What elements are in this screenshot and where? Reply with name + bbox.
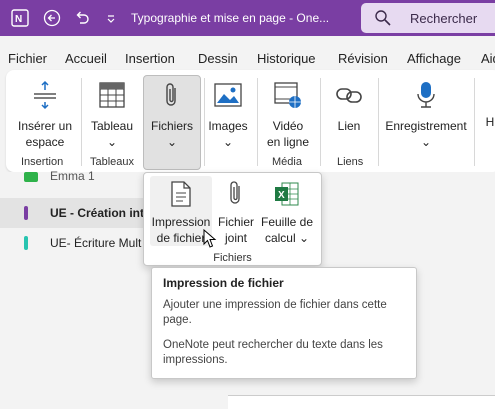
images-label: Images bbox=[208, 119, 248, 133]
group-label-liens: Liens bbox=[337, 156, 364, 168]
table-button[interactable]: Tableau ⌄ bbox=[84, 80, 140, 150]
section-color-bar bbox=[24, 206, 28, 220]
excel-icon: X bbox=[274, 180, 300, 212]
paperclip-icon bbox=[224, 180, 248, 212]
onenote-logo-icon[interactable]: N bbox=[10, 9, 30, 27]
file-printout-label-1: Impression bbox=[151, 215, 211, 229]
svg-text:X: X bbox=[278, 190, 285, 201]
file-printout-label-2: de fichier bbox=[156, 231, 206, 245]
recording-label: Enregistrement bbox=[385, 119, 467, 133]
group-label-media: Média bbox=[272, 156, 302, 168]
files-button[interactable]: Fichiers ⌄ bbox=[143, 80, 201, 150]
chevron-down-icon: ⌄ bbox=[106, 135, 118, 149]
tab-revision[interactable]: Révision bbox=[338, 51, 388, 66]
table-label: Tableau bbox=[90, 119, 134, 133]
svg-text:N: N bbox=[15, 14, 22, 25]
ribbon-separator bbox=[81, 78, 82, 166]
customize-qat-icon[interactable] bbox=[101, 9, 121, 27]
dropdown-group-label: Fichiers bbox=[213, 252, 252, 264]
tab-accueil[interactable]: Accueil bbox=[65, 51, 107, 66]
section-label: UE - Création int bbox=[50, 206, 145, 220]
insert-space-button[interactable]: Insérer un espace bbox=[12, 80, 78, 150]
back-arrow-icon[interactable] bbox=[42, 9, 62, 27]
table-icon bbox=[84, 80, 140, 114]
ribbon-separator bbox=[257, 78, 258, 166]
notebook-color-icon bbox=[24, 172, 38, 182]
tooltip-description: Ajouter une impression de fichier dans c… bbox=[163, 299, 387, 326]
images-button[interactable]: Images ⌄ bbox=[205, 80, 251, 150]
insert-space-label-1: Insérer un bbox=[17, 119, 73, 133]
ribbon: Insérer un espace Insertion Tableau ⌄ Ta… bbox=[6, 70, 495, 172]
spreadsheet-button[interactable]: X Feuille de calcul ⌄ bbox=[258, 176, 316, 246]
recording-button[interactable]: Enregistrement ⌄ bbox=[382, 80, 470, 150]
section-color-bar bbox=[24, 236, 28, 250]
file-attachment-label-1: Fichier bbox=[217, 215, 254, 229]
tab-fichier[interactable]: Fichier bbox=[8, 51, 47, 66]
file-printout-icon bbox=[169, 180, 193, 212]
online-video-button[interactable]: Vidéo en ligne bbox=[260, 80, 316, 150]
section-list: Emma 1 UE - Création int UE- Écriture Mu… bbox=[0, 169, 145, 409]
chevron-down-icon: ⌄ bbox=[298, 231, 310, 245]
tab-historique[interactable]: Historique bbox=[257, 51, 316, 66]
mouse-cursor-icon bbox=[203, 228, 217, 252]
cut-off-button[interactable]: H bbox=[484, 114, 495, 130]
tab-aide[interactable]: Aid bbox=[481, 51, 495, 66]
tooltip-note: OneNote peut rechercher du texte dans le… bbox=[163, 339, 383, 366]
files-dropdown: Impression de fichier Fichier joint X Fe… bbox=[143, 172, 322, 266]
spreadsheet-label-2: calcul bbox=[264, 231, 296, 245]
insert-space-icon bbox=[12, 80, 78, 114]
ribbon-separator bbox=[378, 78, 379, 166]
online-video-icon bbox=[260, 80, 316, 114]
search-icon bbox=[373, 8, 393, 31]
spreadsheet-label-1: Feuille de bbox=[260, 215, 314, 229]
tab-affichage[interactable]: Affichage bbox=[407, 51, 461, 66]
menu-bar: Fichier Accueil Insertion Dessin Histori… bbox=[0, 36, 495, 70]
tooltip: Impression de fichier Ajouter une impres… bbox=[151, 267, 417, 379]
search-label: Rechercher bbox=[410, 11, 478, 26]
microphone-icon bbox=[382, 80, 470, 114]
ribbon-separator bbox=[474, 78, 475, 166]
section-label: UE- Écriture Mult bbox=[50, 236, 142, 250]
online-video-label-1: Vidéo bbox=[272, 119, 304, 133]
search-box[interactable]: Rechercher bbox=[361, 3, 495, 33]
link-label: Lien bbox=[337, 119, 361, 133]
image-icon bbox=[205, 80, 251, 114]
tab-insertion[interactable]: Insertion bbox=[125, 51, 175, 66]
tooltip-title: Impression de fichier bbox=[163, 276, 284, 290]
file-attachment-button[interactable]: Fichier joint bbox=[214, 176, 258, 246]
chevron-down-icon: ⌄ bbox=[420, 135, 432, 149]
online-video-label-2: en ligne bbox=[266, 135, 310, 149]
tab-dessin[interactable]: Dessin bbox=[198, 51, 238, 66]
chevron-down-icon: ⌄ bbox=[166, 135, 178, 149]
section-item[interactable]: UE- Écriture Mult bbox=[0, 228, 145, 258]
active-tab-indicator bbox=[123, 33, 180, 36]
insert-space-label-2: espace bbox=[25, 135, 65, 149]
section-label: Emma 1 bbox=[50, 169, 95, 183]
files-label: Fichiers bbox=[150, 119, 193, 133]
group-label-tableaux: Tableaux bbox=[90, 156, 135, 168]
page-canvas[interactable] bbox=[228, 395, 495, 409]
link-button[interactable]: Lien bbox=[324, 80, 374, 134]
paperclip-icon bbox=[143, 80, 201, 114]
ribbon-separator bbox=[320, 78, 321, 166]
file-attachment-label-2: joint bbox=[224, 231, 247, 245]
section-item-selected[interactable]: UE - Création int bbox=[0, 198, 145, 228]
link-icon bbox=[324, 80, 374, 114]
window-title: Typographie et mise en page - One... bbox=[131, 11, 330, 25]
title-bar: N Typographie et mise en page - One... R… bbox=[0, 0, 495, 36]
group-label-insertion: Insertion bbox=[21, 156, 64, 168]
undo-icon[interactable] bbox=[72, 9, 92, 27]
chevron-down-icon: ⌄ bbox=[222, 135, 234, 149]
